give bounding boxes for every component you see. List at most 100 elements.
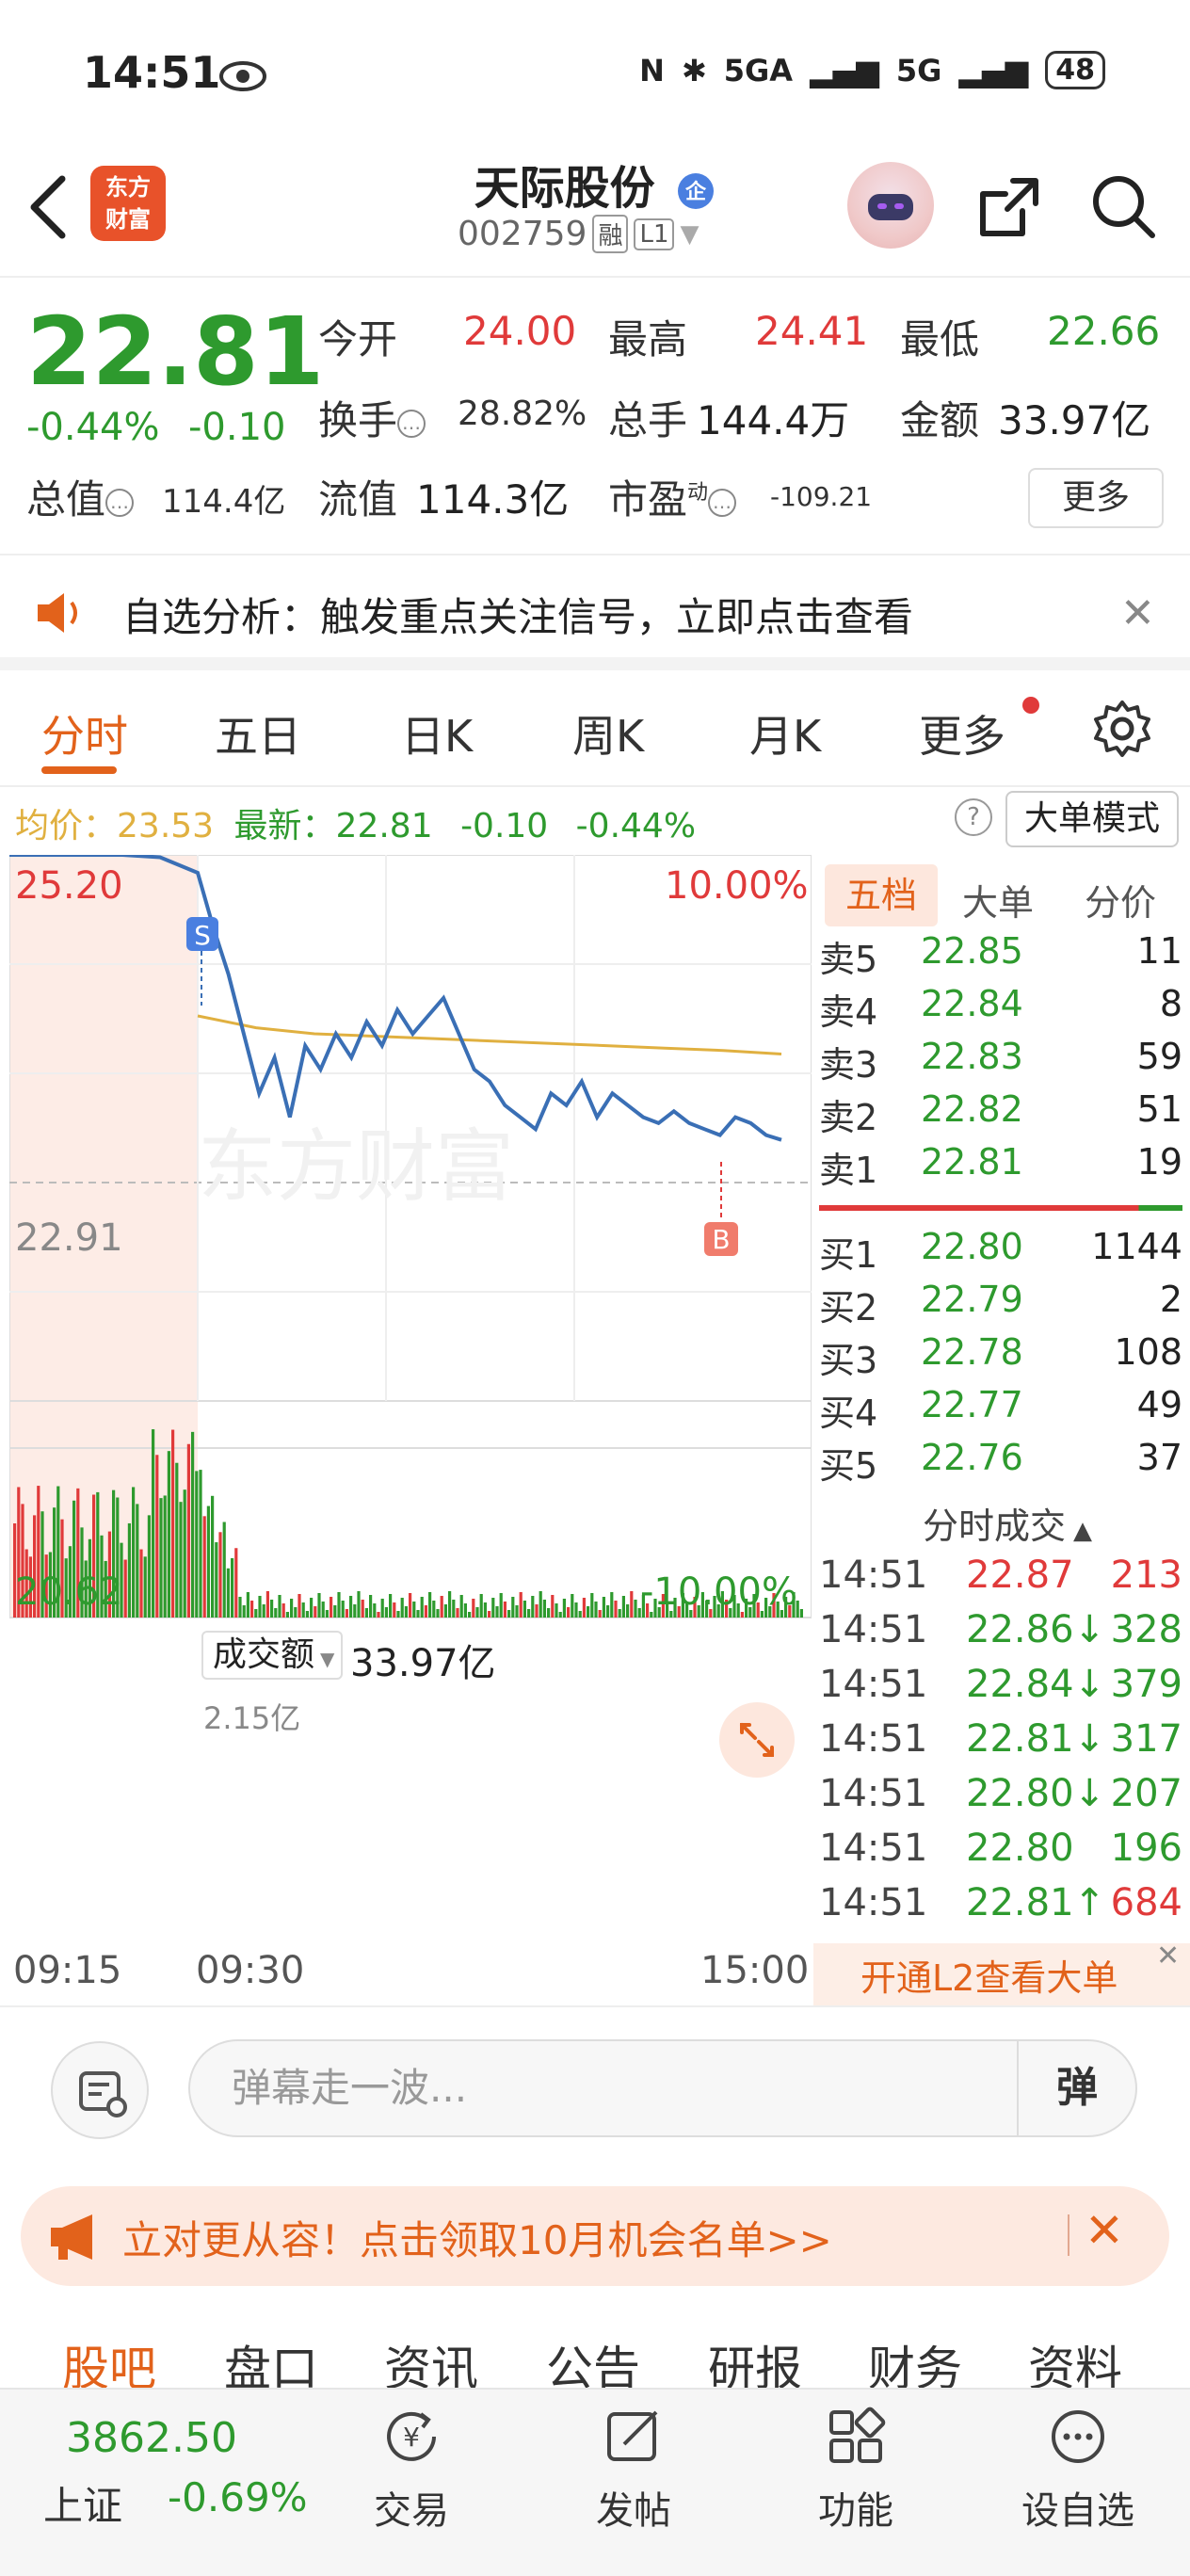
info-icon[interactable]: … <box>397 409 426 438</box>
volume-bar <box>542 1600 546 1618</box>
tick-price: 22.87 <box>966 1554 1074 1597</box>
edit-icon <box>607 2410 658 2461</box>
volume-bar <box>598 1610 602 1618</box>
header: 东方 财富 天际股份 企 002759 融 L1 ▼ <box>0 151 1190 278</box>
ticks-title[interactable]: 分时成交 ▲ <box>923 1497 1092 1549</box>
bid-price: 22.79 <box>921 1279 1023 1320</box>
info-icon[interactable]: … <box>708 488 737 517</box>
volume-bar <box>606 1605 610 1618</box>
tab-five-day[interactable]: 五日 <box>215 702 301 765</box>
volume-bar <box>317 1593 321 1618</box>
nav-post-label: 发帖 <box>596 2489 671 2533</box>
volume-value: 144.4万 <box>697 397 850 443</box>
volume-bar <box>602 1597 605 1618</box>
intraday-chart[interactable]: 东方财富 S B <box>9 855 812 1627</box>
tab-monthly-k[interactable]: 月K <box>749 702 821 765</box>
yuan-cycle-icon: ¥ <box>387 2411 436 2461</box>
index-name[interactable]: 上证 <box>43 2474 122 2532</box>
tab-daily-k[interactable]: 日K <box>401 702 473 765</box>
nav-functions[interactable]: 功能 <box>785 2399 926 2535</box>
ask-price: 22.85 <box>921 930 1023 972</box>
pct-axis-bottom: -10.00% <box>640 1570 797 1614</box>
volume-bar <box>634 1600 637 1618</box>
danmaku-input[interactable]: 弹幕走一波... <box>188 2039 1017 2137</box>
signal-icon-2: ▂▄▆ <box>958 52 1029 89</box>
tab-big-orders[interactable]: 大单 <box>962 874 1034 926</box>
tab-weekly-k[interactable]: 周K <box>572 702 644 765</box>
nav-trade[interactable]: ¥ 交易 <box>341 2399 482 2535</box>
tick-time: 14:51 <box>819 1772 928 1815</box>
time-label-open: 09:15 <box>13 1949 122 1992</box>
tick-price: 22.84↓ <box>966 1663 1106 1706</box>
index-change[interactable]: -0.69% <box>168 2474 308 2520</box>
search-icon[interactable] <box>1088 171 1160 243</box>
danmaku-settings-button[interactable] <box>51 2041 149 2139</box>
ask-row: 卖1 22.81 19 <box>819 1141 1182 1194</box>
tick-row: 14:51 22.81↑ 684 <box>819 1881 1182 1936</box>
speaker-icon <box>38 593 77 633</box>
nav-add-watchlist[interactable]: 设自选 <box>1007 2399 1149 2535</box>
notice-bar[interactable]: 自选分析：触发重点关注信号，立即点击查看 ✕ <box>0 554 1190 670</box>
bid-qty: 37 <box>1136 1437 1182 1478</box>
ask-price: 22.82 <box>921 1088 1023 1130</box>
share-icon[interactable] <box>975 173 1043 241</box>
more-button[interactable]: 更多 <box>1028 468 1164 528</box>
change-amount: -0.10 <box>188 406 286 449</box>
volume-bar <box>301 1602 305 1618</box>
tab-price-dist[interactable]: 分价 <box>1085 874 1156 926</box>
volume-bar <box>539 1591 542 1618</box>
volume-bar <box>136 1504 139 1618</box>
volume-bar <box>373 1603 377 1618</box>
big-order-mode-button[interactable]: 大单模式 <box>1005 791 1179 847</box>
volume-bar <box>341 1601 345 1618</box>
l2-banner-text[interactable]: 开通L2查看大单 <box>860 1949 1118 2001</box>
tick-time: 14:51 <box>819 1554 928 1597</box>
volume-bar <box>369 1595 373 1618</box>
fullscreen-button[interactable] <box>719 1702 795 1778</box>
volume-dropdown[interactable]: 成交额 ▼ <box>201 1631 343 1680</box>
volume-bar <box>183 1489 186 1618</box>
tab-intraday[interactable]: 分时 <box>41 702 128 765</box>
content-tabs: 股吧 盘口 资讯 公告 研报 财务 资料 <box>0 2312 1190 2396</box>
tab-more[interactable]: 更多 <box>919 702 1005 765</box>
bid-label: 买3 <box>819 1340 878 1381</box>
price-axis-mid: 22.91 <box>15 1216 123 1260</box>
tab-five-levels[interactable]: 五档 <box>825 864 938 926</box>
bluetooth-icon: ✱ <box>681 52 707 89</box>
gear-icon[interactable] <box>1092 699 1152 759</box>
volume-bar <box>551 1595 555 1618</box>
buy-marker: B <box>704 1162 738 1256</box>
volume-bar <box>523 1601 526 1618</box>
volume-bar <box>452 1600 456 1618</box>
volume-bar <box>535 1604 539 1618</box>
index-value[interactable]: 3862.50 <box>66 2414 237 2462</box>
ask-row: 卖2 22.82 51 <box>819 1088 1182 1141</box>
volume-bar <box>555 1603 558 1618</box>
order-book-tabs: 五档 大单 分价 <box>819 864 1186 926</box>
volume-bar <box>503 1602 507 1618</box>
tick-volume: 379 <box>1110 1663 1182 1706</box>
ask-qty: 11 <box>1136 930 1182 972</box>
pe-sup: 动 <box>687 481 709 505</box>
volume-bar <box>799 1609 803 1618</box>
close-icon[interactable]: ✕ <box>1120 589 1155 637</box>
float-label: 流值 <box>318 476 398 523</box>
caret-up-icon: ▲ <box>1073 1517 1093 1545</box>
promo-text[interactable]: 立对更从容！点击领取10月机会名单>> <box>122 2209 832 2266</box>
assistant-avatar[interactable] <box>847 162 934 249</box>
close-icon[interactable]: ✕ <box>1156 1940 1180 1972</box>
close-icon[interactable]: ✕ <box>1085 2203 1124 2258</box>
ask-qty: 8 <box>1159 983 1182 1024</box>
buy-marker-label: B <box>712 1224 730 1255</box>
danmaku-send-button[interactable]: 弹 <box>1017 2039 1137 2137</box>
nav-post[interactable]: 发帖 <box>563 2399 704 2535</box>
volume-bar <box>621 1596 625 1618</box>
volume-bar <box>507 1610 511 1618</box>
info-icon[interactable]: … <box>105 488 135 517</box>
pct-axis-top: 10.00% <box>665 864 809 908</box>
bid-qty: 2 <box>1159 1279 1182 1320</box>
stock-code-row[interactable]: 002759 融 L1 ▼ <box>458 215 699 253</box>
volume-bar <box>285 1612 289 1618</box>
current-price: 22.81 <box>26 297 325 407</box>
help-icon[interactable]: ? <box>955 798 992 836</box>
